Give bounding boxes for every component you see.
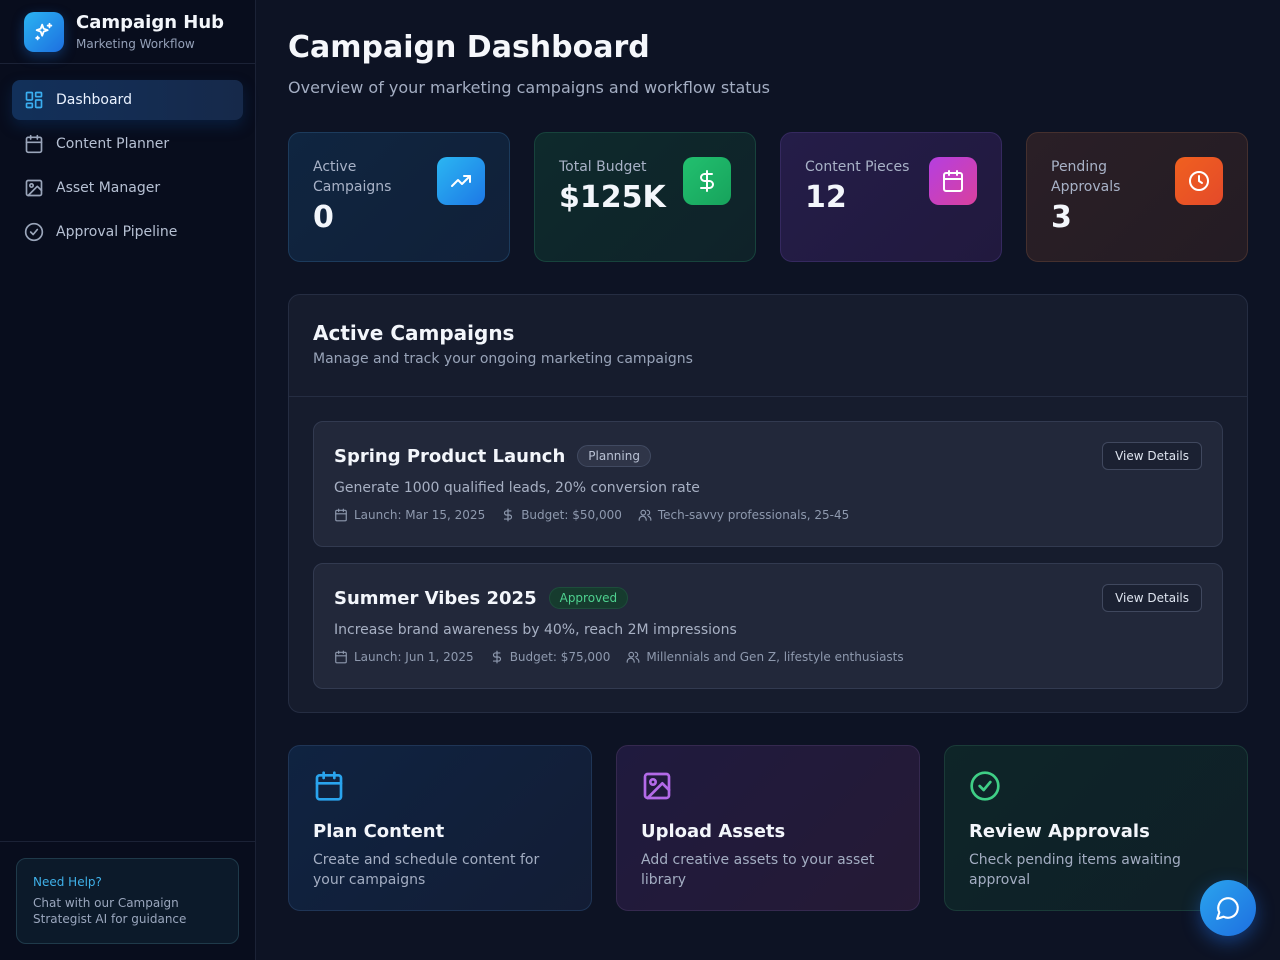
panel-title: Active Campaigns	[313, 321, 515, 345]
campaign-goal: Generate 1000 qualified leads, 20% conve…	[334, 480, 700, 496]
calendar-icon	[335, 650, 347, 664]
brand-header: Campaign Hub Marketing Workflow	[0, 0, 255, 64]
help-card[interactable]: Need Help? Chat with our Campaign Strate…	[16, 858, 239, 944]
help-text: Chat with our Campaign Strategist AI for…	[33, 896, 187, 926]
sidebar-item-dashboard[interactable]: Dashboard	[12, 80, 243, 120]
sidebar-item-content-planner[interactable]: Content Planner	[12, 124, 243, 164]
campaign-card[interactable]: Spring Product Launch Planning Generate …	[313, 421, 1223, 547]
status-badge: Approved	[548, 587, 629, 609]
sidebar-divider	[0, 841, 256, 842]
campaign-card[interactable]: Summer Vibes 2025 Approved Increase bran…	[313, 563, 1223, 689]
image-icon	[643, 772, 671, 800]
dollar-icon	[492, 650, 501, 664]
sidebar-item-label: Dashboard	[56, 92, 132, 108]
brand-subtitle: Marketing Workflow	[76, 36, 195, 51]
calendar-icon	[25, 134, 43, 154]
status-badge: Planning	[577, 445, 651, 467]
chat-button[interactable]	[1200, 880, 1256, 936]
dollar-icon	[683, 157, 731, 205]
quick-action-plan-content[interactable]: Plan Content Create and schedule content…	[288, 745, 592, 911]
calendar-icon	[315, 771, 343, 801]
stat-value: 0	[313, 200, 334, 235]
audience: Millennials and Gen Z, lifestyle enthusi…	[646, 650, 904, 664]
stat-value: 3	[1051, 200, 1072, 235]
budget: Budget: $75,000	[509, 650, 611, 664]
audience: Tech-savvy professionals, 25-45	[657, 508, 850, 522]
sidebar-item-approval-pipeline[interactable]: Approval Pipeline	[12, 212, 243, 252]
stat-label: Total Budget	[559, 159, 647, 175]
panel-subtitle: Manage and track your ongoing marketing …	[313, 351, 693, 367]
stat-label: Pending Approvals	[1051, 159, 1121, 195]
check-circle-icon	[24, 222, 44, 242]
view-details-button[interactable]: View Details	[1102, 442, 1202, 470]
sparkles-icon	[24, 11, 64, 52]
stat-card-pending-approvals: Pending Approvals 3	[1026, 132, 1248, 262]
sidebar: Campaign Hub Marketing Workflow Dashboar…	[0, 0, 256, 960]
launch-date: Launch: Mar 15, 2025	[354, 508, 486, 522]
page-subtitle: Overview of your marketing campaigns and…	[288, 78, 771, 97]
clock-icon	[1175, 157, 1223, 205]
sidebar-nav: Dashboard Content Planner Asset Manager …	[0, 64, 255, 272]
campaign-meta: Launch: Mar 15, 2025 Budget: $50,000 Tec…	[334, 508, 1202, 522]
stat-card-active-campaigns: Active Campaigns 0	[288, 132, 510, 262]
launch-date: Launch: Jun 1, 2025	[354, 650, 474, 664]
sidebar-item-label: Content Planner	[56, 136, 170, 152]
grid-icon	[25, 91, 43, 109]
campaign-goal: Increase brand awareness by 40%, reach 2…	[334, 622, 737, 638]
quick-action-text: Create and schedule content for your cam…	[313, 852, 540, 888]
stat-label: Content Pieces	[805, 159, 910, 175]
page-title: Campaign Dashboard	[288, 30, 650, 65]
sidebar-item-asset-manager[interactable]: Asset Manager	[12, 168, 243, 208]
campaign-name: Summer Vibes 2025	[334, 587, 537, 609]
users-icon	[626, 651, 640, 663]
trending-up-icon	[437, 157, 485, 205]
quick-action-text: Check pending items awaiting approval	[969, 852, 1181, 888]
stat-card-content-pieces: Content Pieces 12	[780, 132, 1002, 262]
quick-action-title: Review Approvals	[969, 821, 1150, 842]
panel-header: Active Campaigns Manage and track your o…	[289, 295, 1247, 397]
budget: Budget: $50,000	[521, 508, 622, 522]
dollar-icon	[504, 508, 513, 522]
quick-action-upload-assets[interactable]: Upload Assets Add creative assets to you…	[616, 745, 920, 911]
quick-action-text: Add creative assets to your asset librar…	[641, 852, 875, 888]
help-title: Need Help?	[33, 875, 102, 889]
campaign-meta: Launch: Jun 1, 2025 Budget: $75,000 Mill…	[334, 650, 1202, 664]
quick-action-review-approvals[interactable]: Review Approvals Check pending items awa…	[944, 745, 1248, 911]
stat-label: Active Campaigns	[313, 159, 392, 195]
calendar-icon	[929, 157, 977, 205]
sidebar-item-label: Approval Pipeline	[56, 224, 178, 240]
stat-card-total-budget: Total Budget $125K	[534, 132, 756, 262]
view-details-button[interactable]: View Details	[1102, 584, 1202, 612]
image-icon	[25, 179, 43, 197]
brand-title: Campaign Hub	[76, 11, 225, 33]
sidebar-item-label: Asset Manager	[56, 180, 161, 196]
quick-action-title: Plan Content	[313, 821, 445, 842]
check-circle-icon	[970, 771, 1000, 801]
chat-bubble-icon	[1216, 897, 1239, 920]
calendar-icon	[335, 508, 347, 522]
active-campaigns-panel: Active Campaigns Manage and track your o…	[288, 294, 1248, 713]
users-icon	[638, 509, 652, 521]
campaign-name: Spring Product Launch	[334, 445, 566, 467]
quick-action-title: Upload Assets	[641, 821, 786, 842]
